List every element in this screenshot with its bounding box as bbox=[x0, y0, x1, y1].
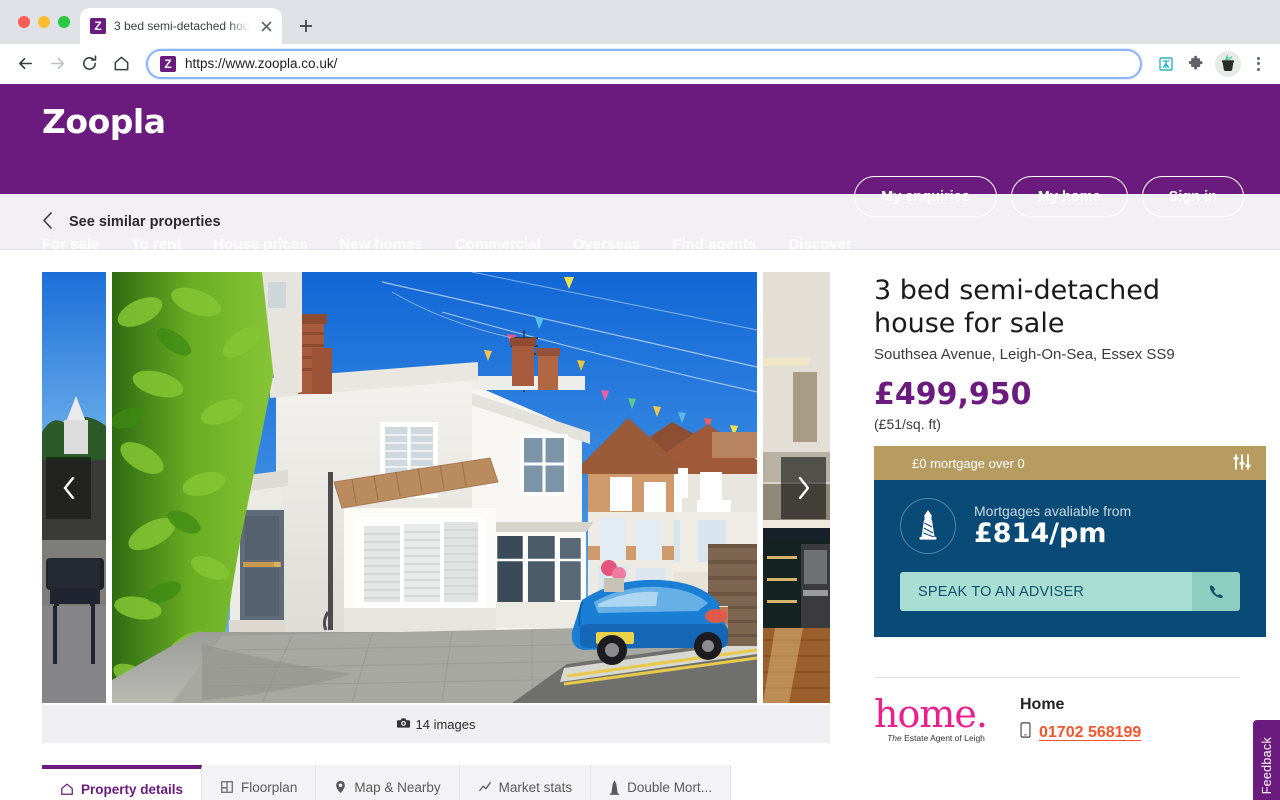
browser-tab-title: 3 bed semi-detached house for sale bbox=[114, 19, 250, 33]
price-per-sqft: (£51/sq. ft) bbox=[874, 416, 941, 432]
profile-avatar[interactable] bbox=[1215, 50, 1241, 77]
new-tab-button[interactable] bbox=[292, 12, 320, 40]
translate-icon[interactable] bbox=[1152, 50, 1180, 78]
image-count-bar[interactable]: 14 images bbox=[42, 705, 830, 743]
image-carousel bbox=[42, 272, 830, 703]
mortgage-body: Mortgages avaliable from £814/pm SPEAK T… bbox=[874, 480, 1266, 637]
browser-tab[interactable]: Z 3 bed semi-detached house for sale bbox=[80, 8, 282, 44]
map-pin-icon bbox=[336, 780, 346, 794]
tab-market-stats-label: Market stats bbox=[498, 779, 573, 795]
nav-item-for-sale[interactable]: For sale bbox=[42, 236, 100, 253]
agent-logo[interactable]: home. The Estate Agent of Leigh bbox=[874, 692, 998, 743]
agent-logo-tagline: The Estate Agent of Leigh bbox=[874, 733, 998, 743]
lighthouse-icon bbox=[610, 779, 620, 795]
carousel-main-image[interactable] bbox=[112, 272, 757, 703]
sliders-icon[interactable] bbox=[1232, 453, 1252, 474]
close-window-button[interactable] bbox=[18, 16, 30, 28]
agent-details: Home 01702 568199 bbox=[1020, 696, 1141, 743]
tab-map-nearby-label: Map & Nearby bbox=[354, 779, 441, 795]
page-content: Zoopla My enquiries My home Sign in For … bbox=[0, 84, 1280, 800]
address-bar[interactable]: Z https://www.zoopla.co.uk/ bbox=[146, 48, 1142, 79]
carousel-previous-image[interactable] bbox=[42, 272, 106, 703]
listing-layout: 14 images Property details Floorplan Map… bbox=[0, 250, 1280, 800]
mortgage-from-label: Mortgages avaliable from bbox=[974, 503, 1132, 520]
property-tabs: Property details Floorplan Map & Nearby … bbox=[42, 765, 830, 800]
tab-double-mortgage[interactable]: Double Mort... bbox=[591, 765, 731, 800]
nav-item-commercial[interactable]: Commercial bbox=[455, 236, 541, 253]
feedback-tab-label: Feedback bbox=[1259, 737, 1274, 795]
mobile-phone-icon bbox=[1020, 722, 1031, 743]
image-count-label: 14 images bbox=[415, 716, 476, 732]
home-button-icon[interactable] bbox=[106, 49, 136, 79]
reload-button-icon[interactable] bbox=[74, 49, 104, 79]
main-navigation: For sale To rent House prices New homes … bbox=[42, 236, 852, 253]
mortgage-summary-label: £0 mortgage over 0 bbox=[912, 455, 1025, 471]
tab-map-nearby[interactable]: Map & Nearby bbox=[316, 765, 460, 800]
browser-tab-strip: Z 3 bed semi-detached house for sale bbox=[0, 0, 1280, 44]
address-bar-url: https://www.zoopla.co.uk/ bbox=[185, 56, 338, 71]
zoopla-logo[interactable]: Zoopla bbox=[42, 102, 166, 141]
chart-icon bbox=[478, 781, 491, 792]
tab-property-details[interactable]: Property details bbox=[42, 765, 203, 800]
mortgage-amount: £814/pm bbox=[974, 518, 1107, 550]
phone-icon[interactable] bbox=[1192, 572, 1240, 611]
gallery-column: 14 images Property details Floorplan Map… bbox=[42, 272, 830, 800]
camera-icon bbox=[396, 717, 410, 732]
forward-button-icon[interactable] bbox=[42, 49, 72, 79]
house-icon bbox=[61, 783, 73, 795]
page-title: 3 bed semi-detached house for sale bbox=[874, 275, 1161, 339]
minimize-window-button[interactable] bbox=[38, 16, 50, 28]
site-favicon: Z bbox=[160, 55, 176, 72]
carousel-next-image[interactable] bbox=[763, 272, 830, 703]
browser-toolbar: Z https://www.zoopla.co.uk/ bbox=[0, 44, 1280, 84]
maximize-window-button[interactable] bbox=[58, 16, 70, 28]
agent-logo-word: home. bbox=[874, 692, 988, 736]
carousel-next-button[interactable] bbox=[781, 456, 826, 519]
agent-phone-number[interactable]: 01702 568199 bbox=[1039, 724, 1141, 742]
nav-item-find-agents[interactable]: Find agents bbox=[672, 236, 756, 253]
nav-item-to-rent[interactable]: To rent bbox=[132, 236, 182, 253]
mortgage-widget: £0 mortgage over 0 Mortgages avaliable f… bbox=[874, 446, 1266, 637]
lighthouse-icon bbox=[900, 498, 956, 554]
tab-floorplan[interactable]: Floorplan bbox=[202, 765, 317, 800]
chevron-left-icon bbox=[42, 211, 53, 232]
my-home-button[interactable]: My home bbox=[1010, 176, 1128, 217]
nav-item-discover[interactable]: Discover bbox=[788, 236, 851, 253]
agent-phone-row[interactable]: 01702 568199 bbox=[1020, 722, 1141, 743]
nav-item-overseas[interactable]: Overseas bbox=[573, 236, 641, 253]
sign-in-button[interactable]: Sign in bbox=[1141, 176, 1244, 217]
extensions-puzzle-icon[interactable] bbox=[1182, 50, 1210, 78]
account-buttons: My enquiries My home Sign in bbox=[854, 176, 1244, 217]
mortgage-summary-bar[interactable]: £0 mortgage over 0 bbox=[874, 446, 1266, 480]
property-price: £499,950 bbox=[874, 377, 1032, 412]
nav-item-house-prices[interactable]: House prices bbox=[213, 236, 307, 253]
site-header: Zoopla My enquiries My home Sign in For … bbox=[0, 84, 1280, 253]
floorplan-icon bbox=[221, 781, 233, 793]
my-enquiries-button[interactable]: My enquiries bbox=[854, 176, 997, 217]
window-traffic-lights bbox=[12, 0, 80, 44]
agent-logo-tagline-rest: Estate Agent of Leigh bbox=[901, 733, 985, 744]
tab-market-stats[interactable]: Market stats bbox=[459, 765, 592, 800]
property-address: Southsea Avenue, Leigh-On-Sea, Essex SS9 bbox=[874, 346, 1175, 363]
close-tab-icon[interactable] bbox=[258, 18, 274, 34]
nav-item-new-homes[interactable]: New homes bbox=[339, 236, 422, 253]
back-button-icon[interactable] bbox=[10, 49, 40, 79]
feedback-tab[interactable]: Feedback bbox=[1253, 720, 1280, 800]
chrome-menu-kebab-icon[interactable] bbox=[1246, 50, 1270, 78]
agent-logo-tagline-the: The bbox=[887, 733, 902, 744]
zoopla-favicon: Z bbox=[90, 18, 106, 34]
tab-floorplan-label: Floorplan bbox=[241, 779, 298, 795]
tab-property-details-label: Property details bbox=[81, 781, 184, 797]
agent-card: home. The Estate Agent of Leigh Home 017… bbox=[874, 692, 1240, 743]
tab-double-mortgage-label: Double Mort... bbox=[627, 779, 712, 795]
speak-to-an-adviser-button[interactable]: SPEAK TO AN ADVISER bbox=[900, 572, 1240, 611]
agent-name: Home bbox=[1020, 696, 1065, 713]
see-similar-properties-label: See similar properties bbox=[69, 213, 221, 230]
browser-window: Z 3 bed semi-detached house for sale bbox=[0, 0, 1280, 800]
section-divider bbox=[874, 677, 1240, 678]
listing-info-column: 3 bed semi-detached house for sale South… bbox=[874, 272, 1266, 800]
speak-to-an-adviser-label: SPEAK TO AN ADVISER bbox=[900, 572, 1192, 611]
carousel-previous-button[interactable] bbox=[46, 456, 91, 519]
